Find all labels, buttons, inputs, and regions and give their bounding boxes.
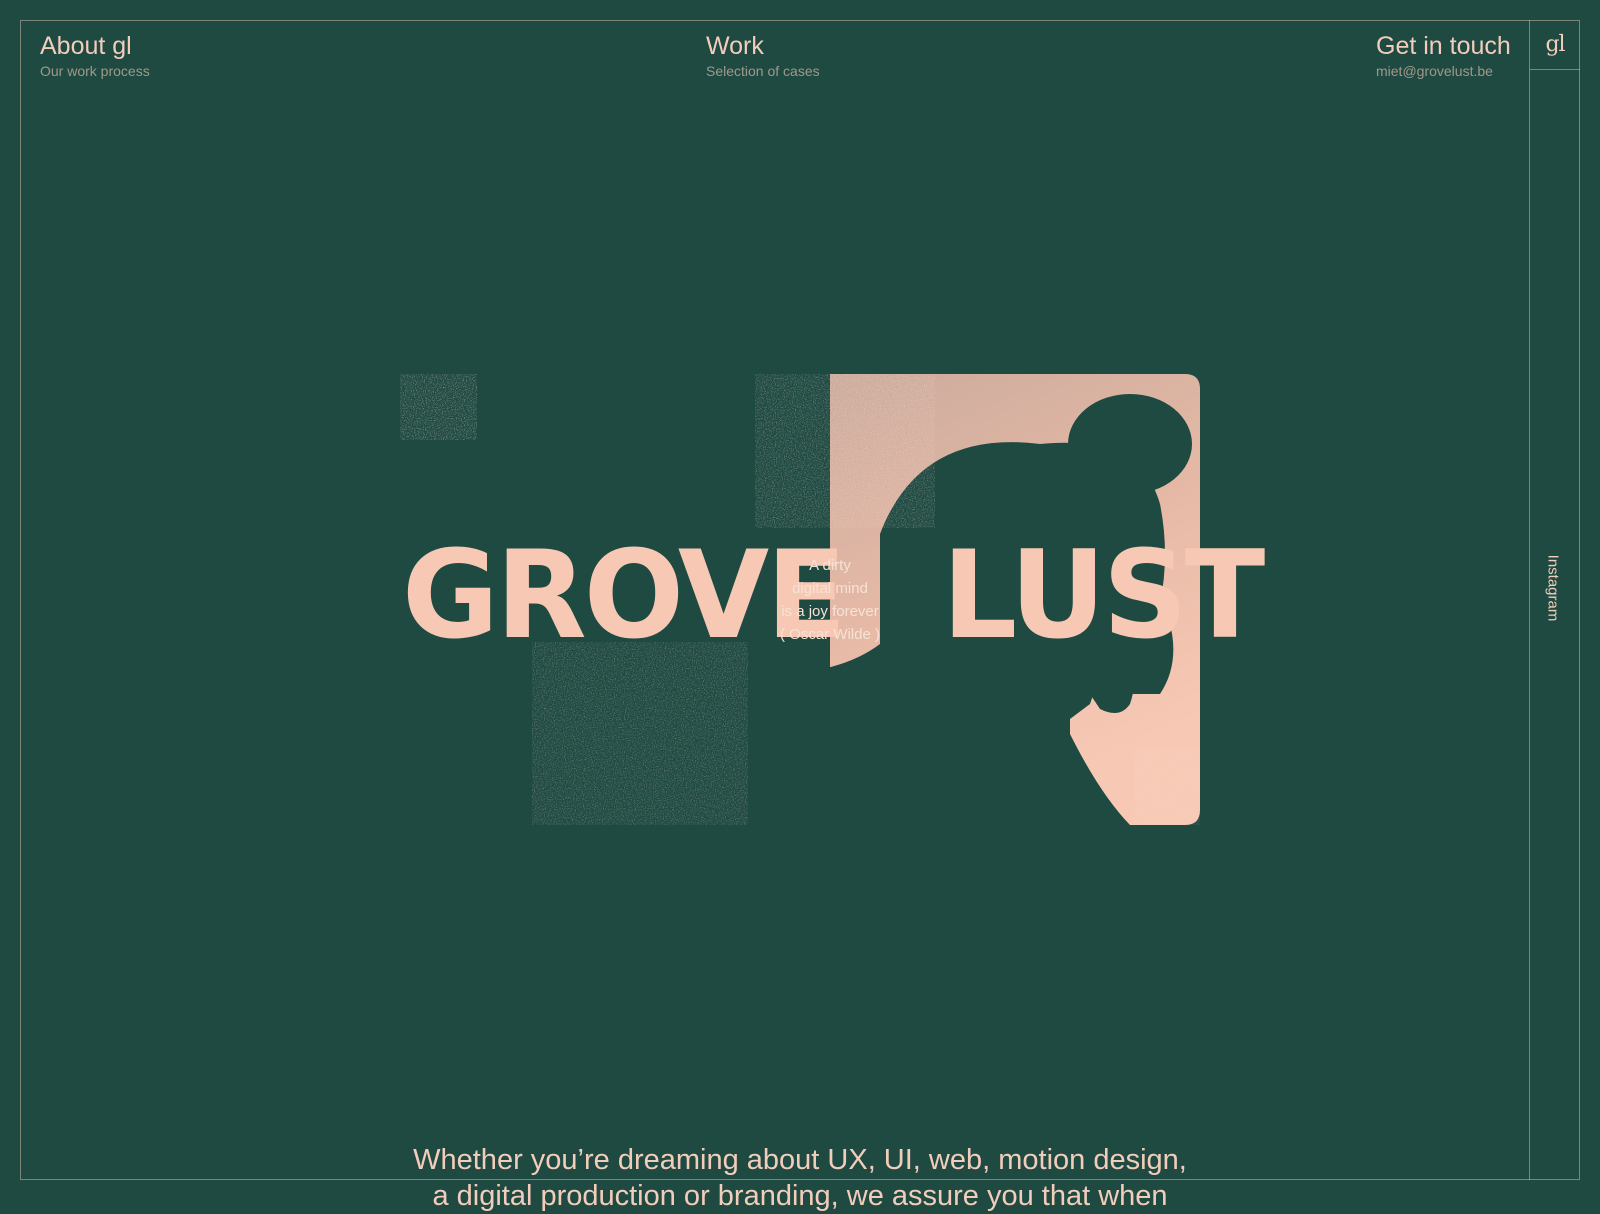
tagline-line-2: a digital production or branding, we ass…	[432, 1180, 1168, 1212]
nav-work-title[interactable]: Work	[706, 30, 820, 62]
hero-artwork: GROVE LUST A dirty digital mind is a joy…	[400, 374, 1265, 825]
nav-work[interactable]: Work Selection of cases	[706, 30, 820, 80]
nav-contact[interactable]: Get in touch miet@grovelust.be	[1376, 30, 1511, 80]
nav-about[interactable]: About gl Our work process	[40, 30, 150, 80]
contact-email-link[interactable]: miet@grovelust.be	[1376, 62, 1511, 80]
instagram-link[interactable]: Instagram	[1545, 555, 1562, 622]
intro-tagline: Whether you’re dreaming about UX, UI, we…	[0, 1142, 1600, 1214]
quote-line: digital mind	[792, 580, 868, 597]
quote-line: A dirty	[809, 557, 851, 574]
quote-line: is a joy forever	[781, 603, 879, 620]
tagline-line-1: Whether you’re dreaming about UX, UI, we…	[413, 1144, 1187, 1176]
nav-work-subtitle: Selection of cases	[706, 63, 820, 79]
nav-contact-title[interactable]: Get in touch	[1376, 30, 1511, 62]
nav-about-title[interactable]: About gl	[40, 30, 150, 62]
nav-about-subtitle: Our work process	[40, 63, 150, 79]
logo-mark[interactable]: gl	[1530, 20, 1580, 70]
hero-quote: A dirty digital mind is a joy forever ( …	[770, 554, 890, 646]
brand-word-lust: LUST	[942, 523, 1265, 667]
quote-line: ( Oscar Wilde )	[779, 626, 880, 643]
